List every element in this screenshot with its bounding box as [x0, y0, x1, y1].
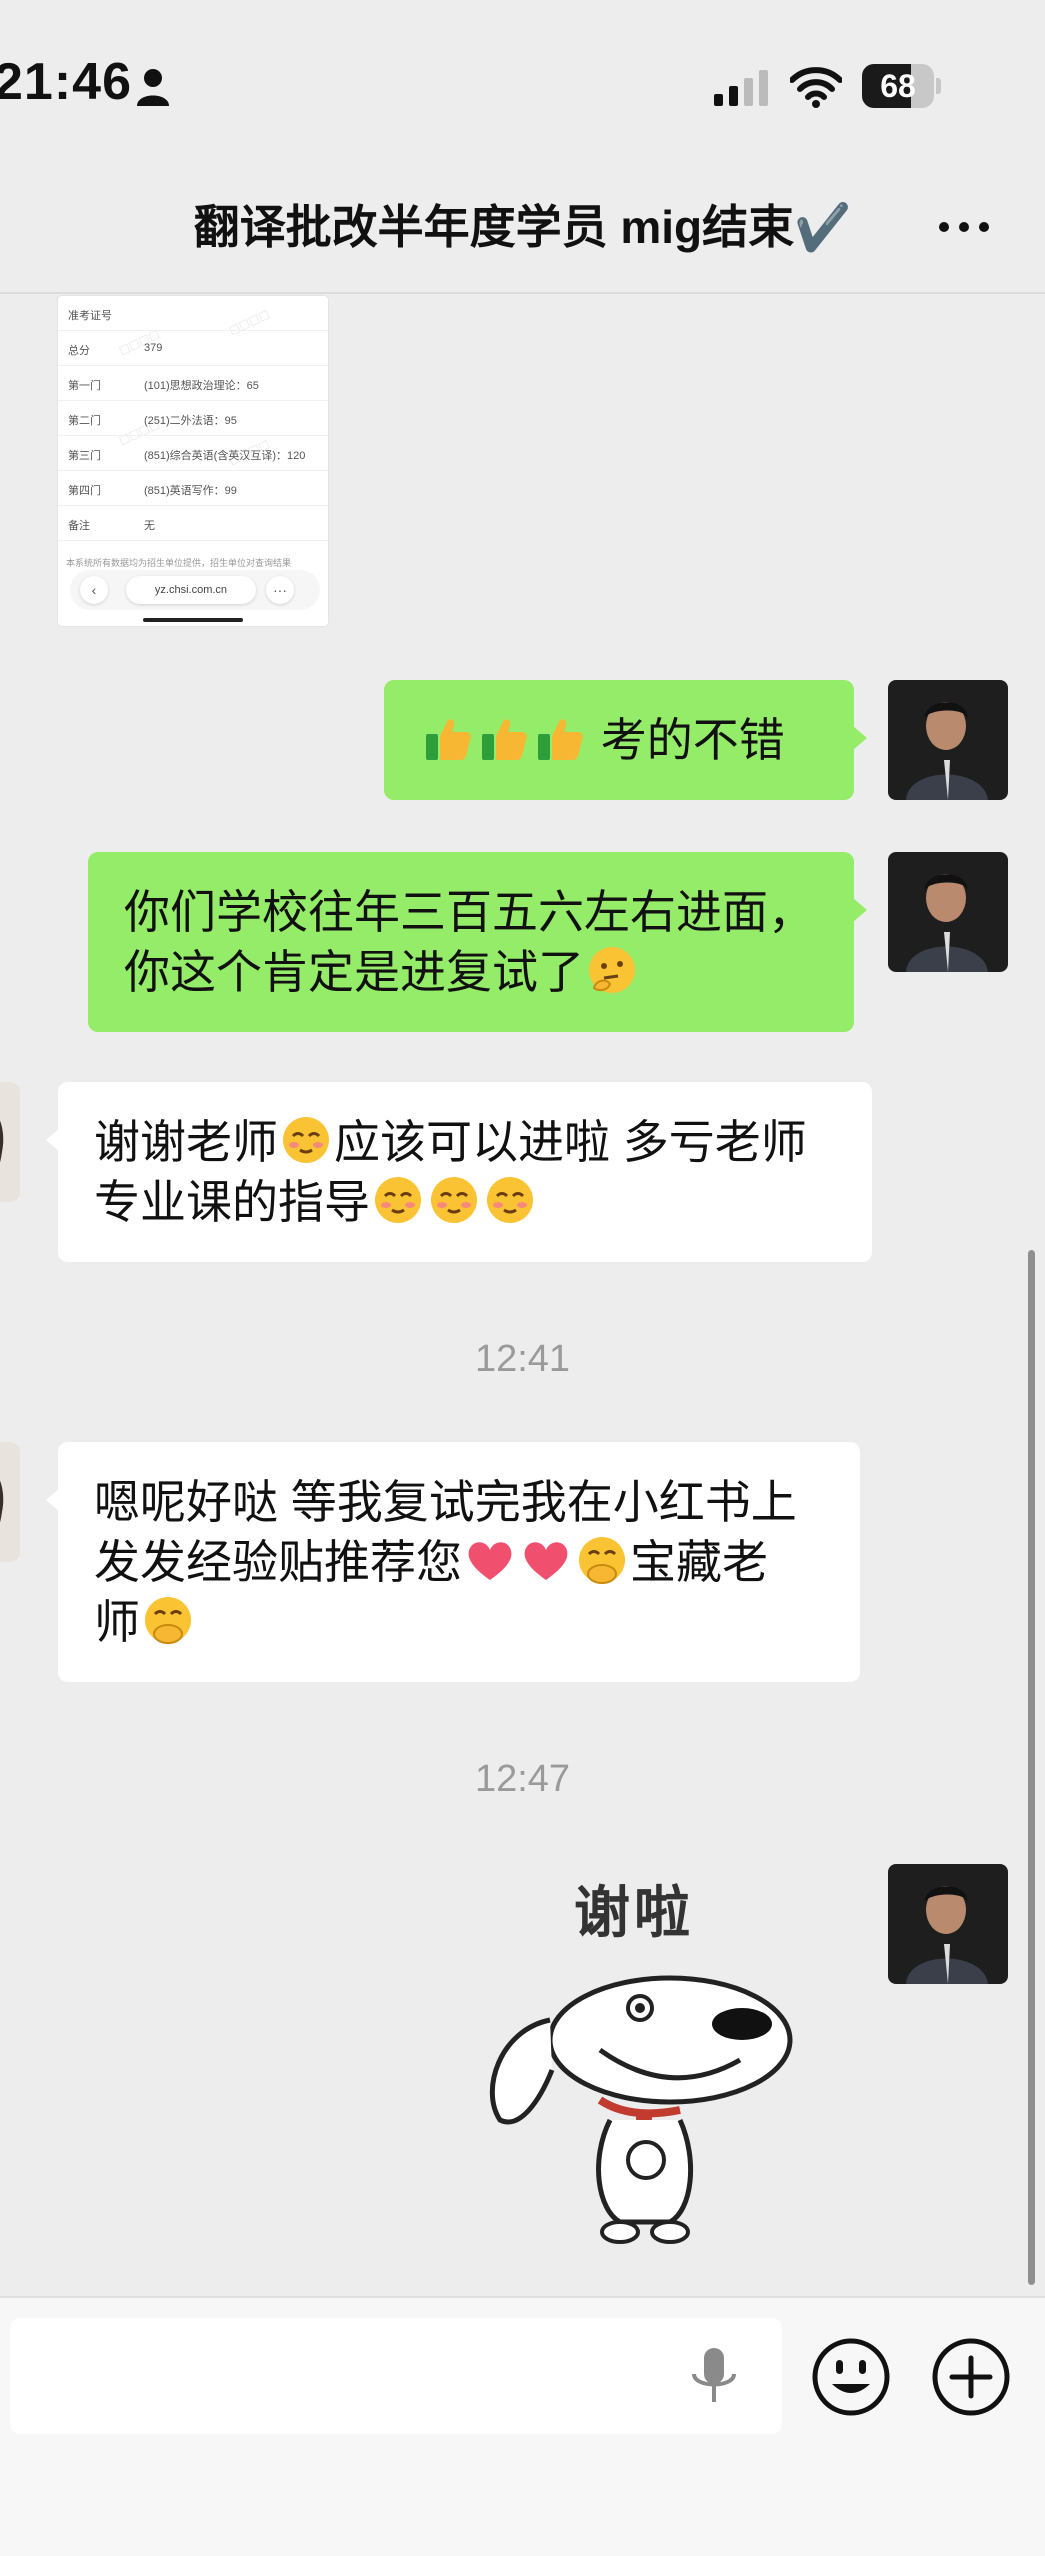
battery-level: 68: [880, 68, 916, 104]
score-screenshot-image[interactable]: ☐☐☐☐ ☐☐☐☐ ☐☐☐☐ ☐☐☐☐ 准考证号 总分 379 第一门 (101)思…: [58, 296, 328, 626]
teacher-avatar[interactable]: [888, 1864, 1008, 1984]
chat-title: 翻译批改半年度学员 mig结束✔️: [193, 201, 852, 253]
status-time: 21:46: [0, 53, 132, 111]
blush-face-icon: [431, 1177, 477, 1223]
message-bubble-sent[interactable]: 考的不错: [384, 680, 854, 800]
wifi-icon: [790, 67, 842, 108]
score-row: 准考证号: [58, 296, 328, 331]
microphone-icon[interactable]: [688, 2346, 740, 2408]
message-input[interactable]: [10, 2318, 782, 2434]
blush-face-icon: [487, 1177, 533, 1223]
blush-face-icon: [283, 1117, 329, 1163]
input-bar: [0, 2296, 1045, 2556]
chat-header: 翻译批改半年度学员 mig结束✔️: [0, 170, 1045, 294]
browser-url: yz.chsi.com.cn: [126, 576, 256, 604]
student-avatar[interactable]: [0, 1442, 20, 1562]
score-row: 第四门 (851)英语写作：99: [58, 471, 328, 506]
score-row: 第三门 (851)综合英语(含英汉互译)：120: [58, 436, 328, 471]
thumbs-up-icon: [538, 719, 583, 760]
back-icon: ‹: [80, 576, 108, 604]
person-icon: [137, 69, 169, 106]
chat-scrollbar[interactable]: [1028, 1250, 1035, 2285]
shy-face-icon: [145, 1597, 191, 1644]
thinking-face-icon: [589, 947, 635, 993]
message-bubble-received[interactable]: 谢谢老师 应该可以进啦 多亏老师 专业课的指导: [58, 1082, 872, 1262]
score-row: 备注无: [58, 506, 328, 541]
battery-indicator: 68: [862, 64, 941, 108]
message-bubble-sent[interactable]: 你们学校往年三百五六左右进面， 你这个肯定是进复试了: [88, 852, 854, 1032]
score-row: 第一门 (101)思想政治理论：65: [58, 366, 328, 401]
more-options-icon[interactable]: [934, 204, 994, 250]
menu-dots-icon: ···: [266, 576, 294, 604]
score-row: 第二门 (251)二外法语：95: [58, 401, 328, 436]
heart-icon: [468, 1542, 512, 1580]
blush-face-icon: [375, 1177, 421, 1223]
message-timestamp: 12:41: [474, 1338, 571, 1380]
score-row: 总分 379: [58, 331, 328, 366]
shy-face-icon: [579, 1537, 625, 1584]
emoji-icon[interactable]: [810, 2336, 892, 2418]
sticker-caption: 谢啦: [574, 1881, 694, 1944]
teacher-avatar[interactable]: [888, 680, 1008, 800]
message-timestamp: 12:47: [474, 1758, 571, 1800]
message-bubble-received[interactable]: 嗯呢好哒 等我复试完我在小红书上 发发经验贴推荐您 宝藏老 师: [58, 1442, 860, 1682]
score-note: 本系统所有数据均为招生单位提供，招生单位对查询结果: [66, 558, 292, 568]
signal-icon: [714, 70, 768, 106]
add-attachment-icon[interactable]: [930, 2336, 1012, 2418]
thumbs-up-icon: [426, 719, 471, 760]
status-bar: 21:46 68: [0, 0, 1045, 170]
student-avatar[interactable]: [0, 1082, 20, 1202]
browser-bar: ‹ yz.chsi.com.cn ···: [70, 570, 320, 610]
chat-screen: 21:46 68 翻译批改半年度学员 mig结束✔️ ☐☐☐☐ ☐☐☐☐ ☐☐☐…: [0, 0, 1045, 2556]
dog-sticker-image[interactable]: [470, 1960, 800, 2250]
heart-icon: [524, 1542, 568, 1580]
thumbs-up-icon: [482, 719, 527, 760]
teacher-avatar[interactable]: [888, 852, 1008, 972]
